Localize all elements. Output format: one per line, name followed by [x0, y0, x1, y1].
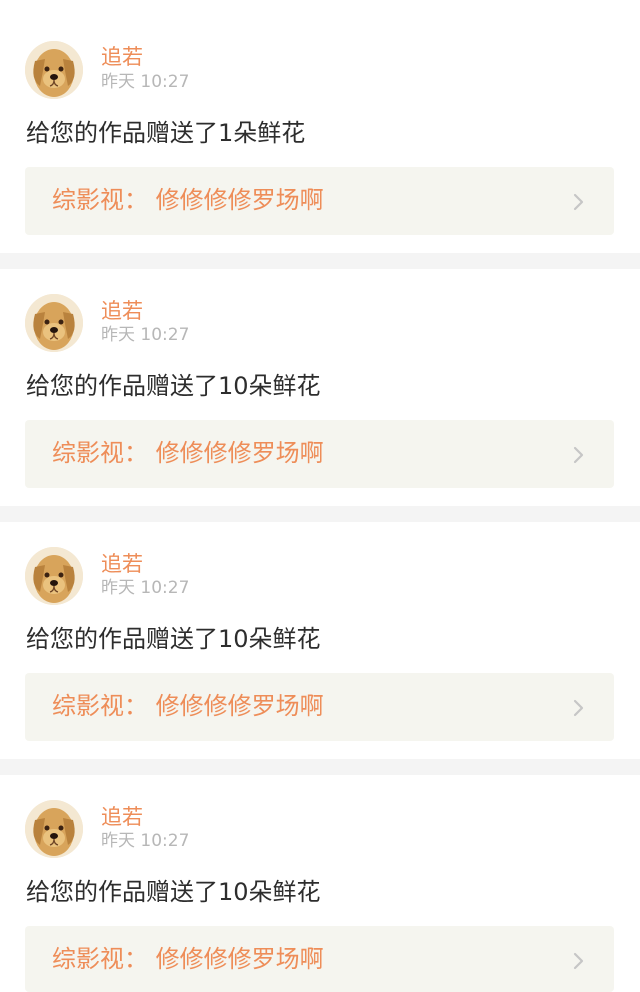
notification-time: 昨天 10:27: [101, 831, 190, 851]
dog-avatar-icon[interactable]: [25, 294, 83, 352]
notification-card: 追若 昨天 10:27 给您的作品赠送了1朵鲜花 综影视： 修修修修罗场啊: [0, 0, 640, 237]
chevron-right-icon: [572, 952, 586, 970]
card-separator: [0, 759, 640, 775]
card-separator: [0, 506, 640, 522]
work-link[interactable]: 综影视： 修修修修罗场啊: [25, 420, 614, 488]
notification-time: 昨天 10:27: [101, 325, 190, 345]
work-title: 综影视： 修修修修罗场啊: [52, 439, 324, 467]
work-link[interactable]: 综影视： 修修修修罗场啊: [25, 926, 614, 992]
notification-message: 给您的作品赠送了10朵鲜花: [26, 372, 321, 400]
work-title: 综影视： 修修修修罗场啊: [52, 945, 324, 973]
chevron-right-icon: [572, 446, 586, 464]
chevron-right-icon: [572, 699, 586, 717]
notification-message: 给您的作品赠送了10朵鲜花: [26, 625, 321, 653]
notification-page: 追若 昨天 10:27 给您的作品赠送了1朵鲜花 综影视： 修修修修罗场啊 追若…: [0, 0, 640, 992]
notification-time: 昨天 10:27: [101, 72, 190, 92]
work-title: 综影视： 修修修修罗场啊: [52, 186, 324, 214]
notification-username[interactable]: 追若: [101, 552, 143, 576]
notification-card: 追若 昨天 10:27 给您的作品赠送了10朵鲜花 综影视： 修修修修罗场啊: [0, 775, 640, 992]
card-separator: [0, 253, 640, 269]
notification-username[interactable]: 追若: [101, 45, 143, 69]
dog-avatar-icon[interactable]: [25, 800, 83, 858]
notification-message: 给您的作品赠送了1朵鲜花: [26, 119, 306, 147]
notification-message: 给您的作品赠送了10朵鲜花: [26, 878, 321, 906]
chevron-right-icon: [572, 193, 586, 211]
work-link[interactable]: 综影视： 修修修修罗场啊: [25, 167, 614, 235]
notification-username[interactable]: 追若: [101, 805, 143, 829]
dog-avatar-icon[interactable]: [25, 41, 83, 99]
notification-card: 追若 昨天 10:27 给您的作品赠送了10朵鲜花 综影视： 修修修修罗场啊: [0, 522, 640, 759]
notification-card: 追若 昨天 10:27 给您的作品赠送了10朵鲜花 综影视： 修修修修罗场啊: [0, 269, 640, 506]
work-title: 综影视： 修修修修罗场啊: [52, 692, 324, 720]
work-link[interactable]: 综影视： 修修修修罗场啊: [25, 673, 614, 741]
notification-time: 昨天 10:27: [101, 578, 190, 598]
dog-avatar-icon[interactable]: [25, 547, 83, 605]
notification-username[interactable]: 追若: [101, 299, 143, 323]
